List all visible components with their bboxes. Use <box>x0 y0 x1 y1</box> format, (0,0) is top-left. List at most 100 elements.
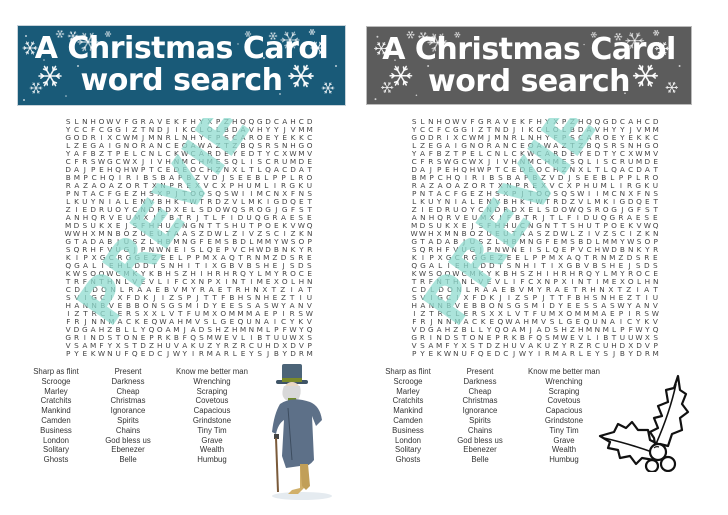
word-item: Mankind <box>393 406 423 416</box>
grid-letter: J <box>612 349 616 358</box>
grid-letter: Y <box>420 349 425 358</box>
word-item: Chains <box>115 425 141 435</box>
worksheet-color: A Christmas Carol word search SLNHOWVFGR… <box>0 0 364 515</box>
grid-letter: K <box>436 349 442 358</box>
word-search-grid: SLNHOWVFGRAVEKFHYXPZHQQGDCAHCDYCCFCGGIZT… <box>410 118 660 358</box>
grid-letter: S <box>603 349 609 358</box>
grid-letter: J <box>513 349 516 358</box>
grid-letter: D <box>636 349 642 358</box>
grid-letter: Y <box>595 349 600 358</box>
grid-letter: M <box>206 349 213 358</box>
word-item: Ignorance <box>110 406 146 416</box>
grid-letter: J <box>266 349 270 358</box>
grid-letter: D <box>494 349 501 358</box>
grid-letter: U <box>246 181 252 190</box>
word-item: Scraping <box>196 386 228 396</box>
word-item: Wrenching <box>545 376 583 386</box>
grid-letter: Y <box>528 349 533 358</box>
word-item: God bless us <box>457 435 503 445</box>
grid-letter: F <box>470 349 475 358</box>
grid-letter: N <box>453 349 459 358</box>
grid-letter: N <box>107 349 113 358</box>
word-item: Business <box>392 425 424 435</box>
word-item: Cratchits <box>392 396 424 406</box>
grid-letter: S <box>257 349 263 358</box>
word-item: Know me better man <box>528 367 600 376</box>
word-item: Cheap <box>468 386 492 396</box>
title-banner: A Christmas Carol word search <box>17 25 346 106</box>
word-item: Mankind <box>41 406 71 416</box>
word-item: Spirits <box>469 415 491 425</box>
banner-title-line2: word search <box>80 63 283 98</box>
word-item: Humbug <box>549 455 579 465</box>
grid-letter: E <box>240 349 246 358</box>
grid-letter: W <box>443 349 452 358</box>
word-item: Capacious <box>545 406 583 416</box>
word-item: Christmas <box>110 396 146 406</box>
grid-letter: W <box>97 349 106 358</box>
word-item: Humbug <box>197 455 227 465</box>
word-item: Cheap <box>116 386 140 396</box>
word-item: Grindstone <box>544 415 584 425</box>
grid-letter: B <box>273 349 279 358</box>
grid-letter: I <box>192 349 195 358</box>
word-item: Belle <box>471 455 489 465</box>
word-item: Chains <box>467 425 493 435</box>
word-item: Christmas <box>462 396 498 406</box>
word-item: Scraping <box>548 386 580 396</box>
scrooge-illustration <box>272 364 332 500</box>
word-item: Solitary <box>43 445 69 455</box>
grid-letter: C <box>503 349 509 358</box>
banner-title-line1: A Christmas Carol <box>34 31 329 66</box>
word-item: Wrenching <box>193 376 231 386</box>
grid-letter: A <box>215 349 221 358</box>
grid-letter: Q <box>131 349 138 358</box>
grid-letter: I <box>538 349 541 358</box>
word-item: Spirits <box>117 415 139 425</box>
grid-letter: R <box>644 349 650 358</box>
grid-letter: U <box>115 349 121 358</box>
word-item: Sharp as flint <box>33 367 79 376</box>
banner-title-line2: word search <box>428 64 630 99</box>
grid-row: PYEKWNUFQEDCJWYIRMARLEYSJBYDRM <box>410 350 660 358</box>
word-item: Grindstone <box>192 415 232 425</box>
grid-letter: R <box>569 349 575 358</box>
word-item: Tiny Tim <box>549 425 579 435</box>
grid-letter: R <box>544 349 550 358</box>
grid-letter: P <box>65 349 71 358</box>
grid-letter: W <box>518 349 527 358</box>
grid-letter: E <box>428 349 434 358</box>
grid-letter: R <box>198 349 204 358</box>
holly-icon <box>598 374 690 472</box>
grid-letter: P <box>411 349 417 358</box>
grid-letter: Y <box>182 349 187 358</box>
word-item: Sharp as flint <box>385 367 431 376</box>
word-item: Cratchits <box>40 396 72 406</box>
word-item: Wealth <box>551 445 577 455</box>
grid-letter: A <box>561 349 567 358</box>
word-item: Covetous <box>195 396 229 406</box>
grid-letter: E <box>486 349 492 358</box>
grid-letter: D <box>290 349 296 358</box>
grid-letter: Y <box>628 349 633 358</box>
word-item: Belle <box>119 455 137 465</box>
word-item: Wealth <box>199 445 225 455</box>
word-list: Sharp as flint Scrooge Marley Cratchits Mank… <box>372 367 612 465</box>
grid-letter: M <box>652 349 659 358</box>
grid-letter: W <box>172 349 181 358</box>
word-column: Present Darkness Cheap Christmas Ignorance Sp… <box>92 367 164 465</box>
banner-title-line1: A Christmas Carol <box>382 32 676 67</box>
grid-letter: Y <box>74 349 79 358</box>
word-column: Sharp as flint Scrooge Marley Cratchits Mank… <box>20 367 92 465</box>
word-item: Solitary <box>395 445 421 455</box>
grid-letter: U <box>461 349 467 358</box>
grid-letter: J <box>167 349 170 358</box>
grid-letter: F <box>124 349 129 358</box>
grid-letter: R <box>298 349 304 358</box>
word-item: Know me better man <box>176 367 248 376</box>
word-item: Grave <box>553 435 575 445</box>
word-item: Marley <box>44 386 68 396</box>
word-item: Darkness <box>463 376 497 386</box>
word-item: Capacious <box>193 406 231 416</box>
grid-letter: C <box>157 349 163 358</box>
